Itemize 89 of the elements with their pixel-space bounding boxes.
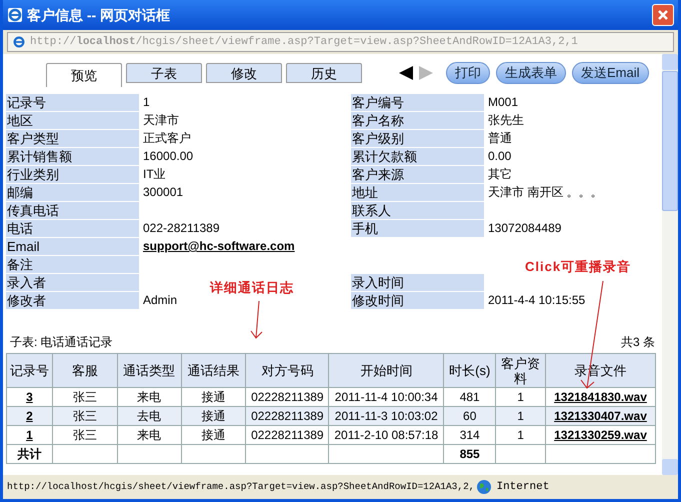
table-cell: 1 — [517, 390, 524, 404]
record-link[interactable]: 2 — [26, 409, 33, 423]
field-label: 备注 — [6, 256, 139, 273]
field-value: 天津市 — [143, 113, 179, 127]
field-value: 1 — [143, 95, 150, 109]
scrollbar[interactable] — [662, 54, 678, 475]
field-label: 客户编号 — [351, 94, 484, 111]
table-cell: 张三 — [72, 428, 97, 442]
toolbar-button[interactable]: 生成表单 — [496, 62, 566, 84]
table-cell: 接通 — [201, 428, 226, 442]
field-label: 记录号 — [6, 94, 139, 111]
field-value: 16000.00 — [143, 149, 194, 163]
field-label: 联系人 — [351, 202, 484, 219]
field-value: Admin — [143, 293, 178, 307]
field-value: 2011-4-4 10:15:55 — [488, 293, 586, 307]
close-icon — [657, 9, 669, 21]
table-cell: 张三 — [72, 409, 97, 423]
annotation-text: Click可重播录音 — [525, 258, 632, 276]
table-cell: 02228211389 — [251, 390, 324, 404]
field-label: Email — [6, 238, 139, 255]
table-cell: 来电 — [137, 428, 162, 442]
field-value: IT业 — [143, 167, 166, 181]
table-cell: 1 — [517, 428, 524, 442]
field-value: 正式客户 — [143, 131, 191, 145]
tab[interactable]: 子表 — [126, 63, 202, 83]
field-label: 录入时间 — [351, 274, 484, 291]
record-link[interactable]: 3 — [26, 390, 33, 404]
table-cell: 2011-11-3 10:03:02 — [334, 409, 438, 423]
field-label: 地址 — [351, 184, 484, 201]
field-value: 022-28211389 — [143, 221, 220, 235]
globe-icon — [476, 479, 492, 495]
field-value: 0.00 — [488, 149, 512, 163]
field-value: 普通 — [488, 131, 512, 145]
tab[interactable]: 历史 — [286, 63, 362, 83]
zone-text: Internet — [496, 480, 550, 495]
field-label: 客户来源 — [351, 166, 484, 183]
field-label: 累计销售额 — [6, 148, 139, 165]
table-cell: 02228211389 — [251, 409, 324, 423]
subtable-title: 子表: 电话通话记录 — [10, 334, 113, 351]
tab[interactable]: 预览 — [46, 63, 122, 87]
field-label: 累计欠款额 — [351, 148, 484, 165]
table-cell: 02228211389 — [251, 428, 324, 442]
column-header: 记录号 — [6, 354, 52, 388]
total-value: 855 — [460, 447, 480, 461]
field-label: 录入者 — [6, 274, 139, 291]
toolbar-button[interactable]: 发送Email — [572, 62, 649, 84]
field-label: 修改时间 — [351, 292, 484, 309]
field-label: 修改者 — [6, 292, 139, 309]
annotation-text: 详细通话日志 — [210, 279, 294, 297]
table-cell: 314 — [460, 428, 480, 442]
field-label: 客户级别 — [351, 130, 484, 147]
table-cell: 张三 — [72, 390, 97, 404]
field-label: 邮编 — [6, 184, 139, 201]
field-value: 天津市 南开区 。。。 — [488, 185, 603, 199]
field-label: 行业类别 — [6, 166, 139, 183]
close-button[interactable] — [652, 4, 674, 26]
url-text: http://localhost/hcgis/sheet/viewframe.asp?Target=view.asp?SheetAndRowID=12A1A3,2,1 — [30, 34, 578, 50]
table-cell: 481 — [460, 390, 480, 404]
field-label: 电话 — [6, 220, 139, 237]
field-label: 手机 — [351, 220, 484, 237]
table-cell: 接通 — [201, 390, 226, 404]
record-count: 共3 条 — [620, 334, 655, 351]
field-value: 300001 — [143, 185, 184, 199]
email-link[interactable]: support@hc-software.com — [143, 239, 295, 253]
page-icon — [12, 35, 26, 49]
record-link[interactable]: 1 — [26, 428, 33, 442]
field-label: 地区 — [6, 112, 139, 129]
field-value: 其它 — [488, 167, 512, 181]
browser-icon — [7, 7, 23, 23]
table-cell: 去电 — [137, 409, 162, 423]
field-label: 传真电话 — [6, 202, 139, 219]
table-cell: 2011-11-4 10:00:34 — [334, 390, 438, 404]
leader-line — [249, 300, 265, 340]
total-label: 共计 — [17, 447, 42, 461]
table-cell: 60 — [463, 409, 476, 423]
tab[interactable]: 修改 — [206, 63, 282, 83]
table-cell: 1 — [517, 409, 524, 423]
toolbar-button[interactable]: 打印 — [446, 62, 490, 84]
field-label: 客户名称 — [351, 112, 484, 129]
field-value: M001 — [488, 95, 518, 109]
field-value: 13072084489 — [488, 221, 562, 235]
field-value: 张先生 — [488, 113, 524, 127]
table-cell: 来电 — [137, 390, 162, 404]
table-cell: 2011-2-10 08:57:18 — [334, 428, 438, 442]
table-cell: 接通 — [201, 409, 226, 423]
window-title: 客户信息 -- 网页对话框 — [27, 6, 172, 24]
previous-icon[interactable] — [398, 65, 414, 81]
status-text: http://localhost/hcgis/sheet/viewframe.asp?Target=view.asp?SheetAndRowID=12A1A3,2, — [7, 480, 474, 494]
field-label: 客户类型 — [6, 130, 139, 147]
